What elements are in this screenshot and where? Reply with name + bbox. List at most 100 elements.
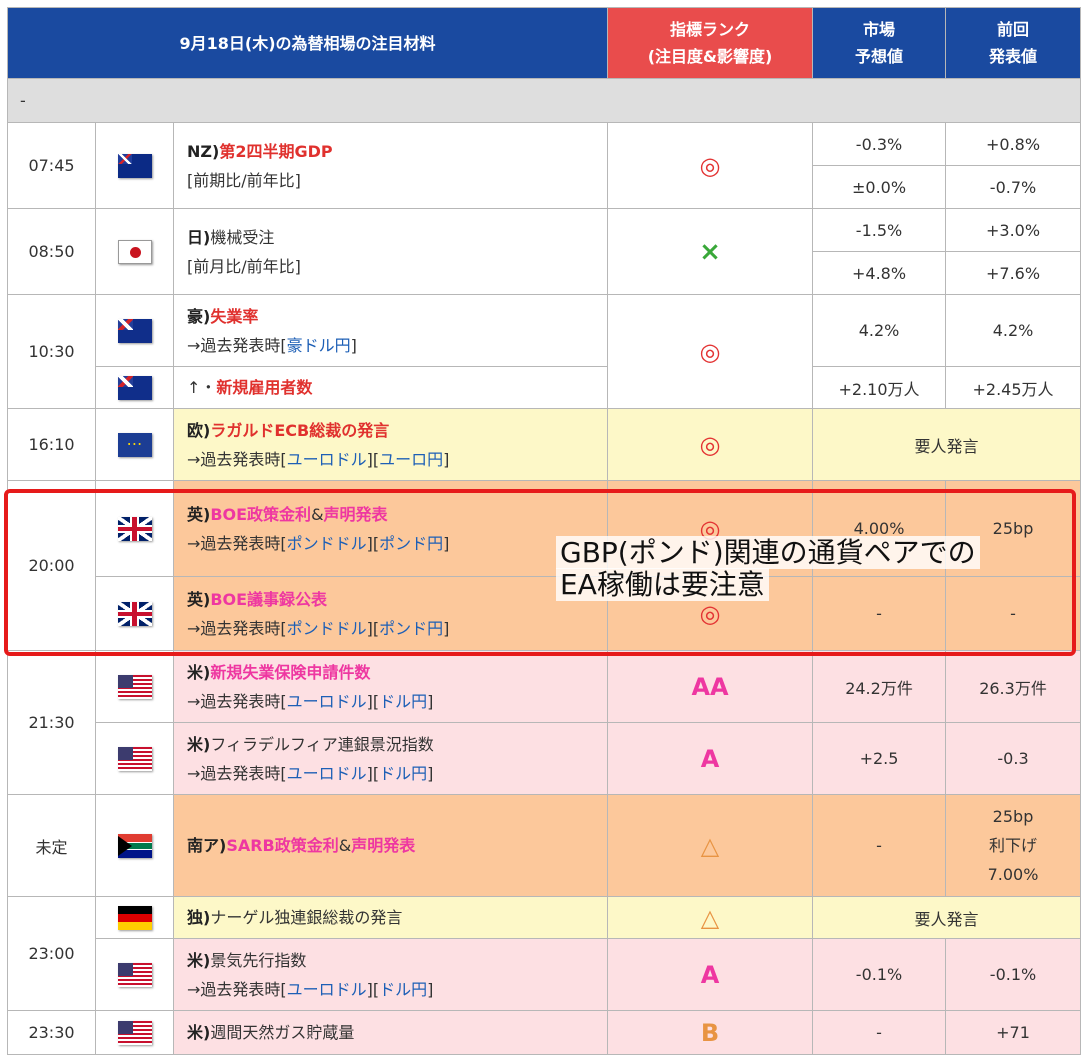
rank-cell: △ xyxy=(607,794,814,897)
forecast-cell: +4.8% xyxy=(812,251,947,295)
speech-cell: 要人発言 xyxy=(812,408,1082,481)
triangle-icon: △ xyxy=(700,831,720,860)
event-link[interactable]: SARB政策金利 xyxy=(226,836,338,855)
previous-cell: 25bp 利下げ 7.00% xyxy=(945,794,1082,897)
rank-cell: × xyxy=(607,208,814,295)
speech-cell: 要人発言 xyxy=(812,896,1082,939)
previous-header: 前回 発表値 xyxy=(945,7,1082,79)
rank-a-badge: A xyxy=(700,960,720,989)
flag-cell xyxy=(95,896,174,939)
forecast-cell: -0.1% xyxy=(812,938,947,1011)
triangle-icon: △ xyxy=(700,903,720,932)
event-link[interactable]: 新規雇用者数 xyxy=(216,378,312,397)
flag-cell xyxy=(95,366,174,409)
pair-link[interactable]: ユーロドル xyxy=(287,692,367,711)
double-circle-icon: ◎ xyxy=(699,337,721,366)
event-link[interactable]: 失業率 xyxy=(210,307,258,326)
previous-cell: -0.7% xyxy=(945,165,1082,209)
time-cell: 16:10 xyxy=(7,408,96,481)
previous-cell: -0.3 xyxy=(945,722,1082,795)
event-cell: 日)機械受注 [前月比/前年比] xyxy=(172,208,609,295)
event-link[interactable]: 第2四半期GDP xyxy=(219,142,332,161)
event-cell: 米)フィラデルフィア連銀景況指数 →過去発表時[ユーロドル][ドル円] xyxy=(172,722,609,795)
flag-cell xyxy=(95,722,174,795)
pair-link[interactable]: ドル円 xyxy=(379,980,427,999)
flag-cell xyxy=(95,650,174,723)
us-flag-icon xyxy=(117,674,152,699)
double-circle-icon: ◎ xyxy=(699,430,721,459)
time-cell: 未定 xyxy=(7,794,96,897)
rank-cell: ◎ xyxy=(607,294,814,409)
rank-cell: AA xyxy=(607,650,814,723)
rank-cell: ◎ xyxy=(607,122,814,209)
nz-flag-icon xyxy=(117,153,152,178)
previous-cell: 26.3万件 xyxy=(945,650,1082,723)
event-cell: ↑・新規雇用者数 xyxy=(172,366,609,409)
forecast-cell: +2.5 xyxy=(812,722,947,795)
pair-link[interactable]: ドル円 xyxy=(379,764,427,783)
us-flag-icon xyxy=(117,746,152,771)
table-title: 9月18日(木)の為替相場の注目材料 xyxy=(6,7,609,79)
flag-cell xyxy=(95,208,174,295)
flag-cell xyxy=(95,294,174,367)
japan-flag-icon xyxy=(117,239,152,264)
pair-link[interactable]: ユーロドル xyxy=(287,764,367,783)
rank-cell: A xyxy=(607,938,814,1011)
event-cell: 米)新規失業保険申請件数 →過去発表時[ユーロドル][ドル円] xyxy=(172,650,609,723)
event-link[interactable]: 声明発表 xyxy=(351,836,415,855)
annotation-text: GBP(ポンド)関連の通貨ペアでの EA稼働は要注意 xyxy=(556,536,1056,601)
previous-cell: 4.2% xyxy=(945,294,1082,367)
previous-cell: +0.8% xyxy=(945,122,1082,166)
event-cell: 豪)失業率 →過去発表時[豪ドル円] xyxy=(172,294,609,367)
pair-link[interactable]: ドル円 xyxy=(379,692,427,711)
rank-aa-badge: AA xyxy=(691,672,729,701)
australia-flag-icon xyxy=(117,318,152,343)
event-link[interactable]: ラガルドECB総裁の発言 xyxy=(210,421,389,440)
time-cell: 23:00 xyxy=(7,896,96,1011)
pair-link[interactable]: ユーロドル xyxy=(287,450,367,469)
forecast-cell: - xyxy=(812,1010,947,1055)
flag-cell xyxy=(95,408,174,481)
pair-link[interactable]: 豪ドル円 xyxy=(287,336,351,355)
flag-cell xyxy=(95,938,174,1011)
forecast-cell: 4.2% xyxy=(812,294,947,367)
separator-row: - xyxy=(6,78,1082,123)
double-circle-icon: ◎ xyxy=(699,151,721,180)
pair-link[interactable]: ユーロ円 xyxy=(379,450,443,469)
rank-cell: ◎ xyxy=(607,408,814,481)
rank-cell: B xyxy=(607,1010,814,1055)
forecast-cell: ±0.0% xyxy=(812,165,947,209)
previous-cell: +71 xyxy=(945,1010,1082,1055)
flag-cell xyxy=(95,1010,174,1055)
rank-b-badge: B xyxy=(700,1018,720,1047)
time-cell: 21:30 xyxy=(7,650,96,795)
previous-cell: +7.6% xyxy=(945,251,1082,295)
forecast-cell: +2.10万人 xyxy=(812,366,947,409)
eu-flag-icon xyxy=(117,432,152,457)
forecast-header: 市場 予想値 xyxy=(812,7,947,79)
time-cell: 23:30 xyxy=(7,1010,96,1055)
flag-cell xyxy=(95,122,174,209)
previous-cell: +2.45万人 xyxy=(945,366,1082,409)
time-cell: 07:45 xyxy=(7,122,96,209)
rank-cell: △ xyxy=(607,896,814,939)
time-cell: 08:50 xyxy=(7,208,96,295)
pair-link[interactable]: ユーロドル xyxy=(287,980,367,999)
event-cell: 米)週間天然ガス貯蔵量 xyxy=(172,1010,609,1055)
cross-icon: × xyxy=(699,236,721,267)
event-link[interactable]: 新規失業保険申請件数 xyxy=(210,663,370,682)
us-flag-icon xyxy=(117,962,152,987)
forecast-cell: - xyxy=(812,794,947,897)
event-cell: 独)ナーゲル独連銀総裁の発言 xyxy=(172,896,609,939)
flag-cell xyxy=(95,794,174,897)
event-cell: 米)景気先行指数 →過去発表時[ユーロドル][ドル円] xyxy=(172,938,609,1011)
forecast-cell: 24.2万件 xyxy=(812,650,947,723)
germany-flag-icon xyxy=(117,905,152,930)
previous-cell: -0.1% xyxy=(945,938,1082,1011)
us-flag-icon xyxy=(117,1020,152,1045)
rank-cell: A xyxy=(607,722,814,795)
forecast-cell: -0.3% xyxy=(812,122,947,166)
forecast-cell: -1.5% xyxy=(812,208,947,252)
australia-flag-icon xyxy=(117,375,152,400)
time-cell: 10:30 xyxy=(7,294,96,409)
